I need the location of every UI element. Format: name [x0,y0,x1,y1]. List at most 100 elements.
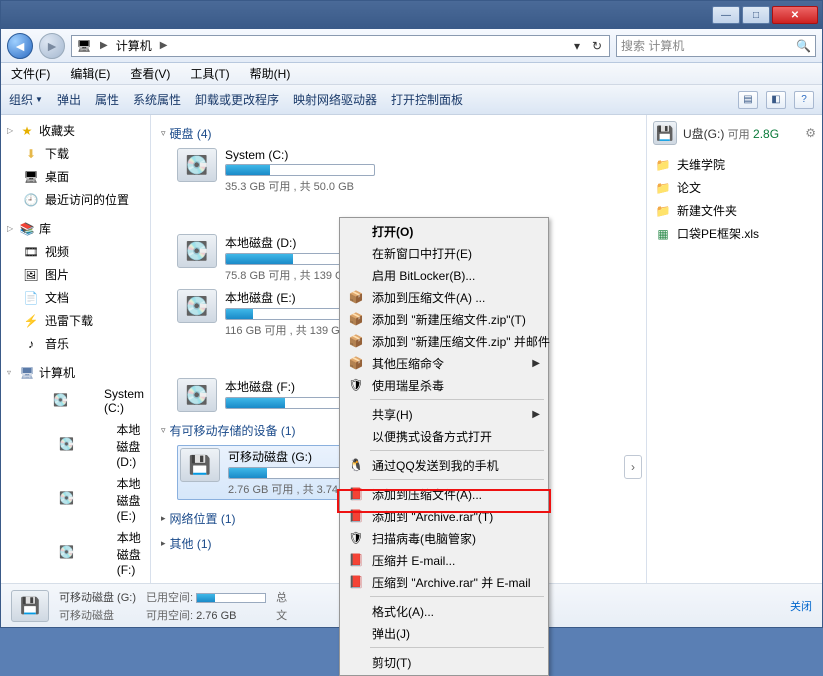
status-subtitle: 可移动磁盘 [59,607,136,623]
menu-bar: 文件(F) 编辑(E) 查看(V) 工具(T) 帮助(H) [1,63,822,85]
preview-header: 💾 U盘(G:) 可用 2.8G ⚙ [653,121,816,145]
refresh-icon[interactable]: ↻ [589,39,605,53]
drive-c[interactable]: 💽 System (C:) 35.3 GB 可用 , 共 50.0 GB [177,148,402,194]
usb-drive-icon: 💾 [180,448,220,482]
menu-help[interactable]: 帮助(H) [244,63,297,84]
cmd-system-properties[interactable]: 系统属性 [133,91,181,108]
context-menu-item[interactable]: 📕添加到压缩文件(A)... [342,483,546,505]
search-icon: 🔍 [796,39,811,53]
cmd-organize[interactable]: 组织▼ [9,91,43,108]
nav-recent[interactable]: 🕘最近访问的位置 [1,188,150,211]
nav-desktop[interactable]: 🖥桌面 [1,165,150,188]
close-button[interactable]: ✕ [772,6,818,24]
cmd-properties[interactable]: 属性 [95,91,119,108]
nav-drive-e[interactable]: 💽本地磁盘 (E:) [1,472,150,526]
folder-icon: 📁 [655,203,671,219]
preview-item[interactable]: 📁论文 [653,176,816,199]
context-menu-item[interactable]: 弹出(J) [342,622,546,644]
gear-icon[interactable]: ⚙ [805,126,816,140]
view-mode-icon[interactable]: ▤ [738,91,758,109]
context-menu-item[interactable]: 📕压缩到 "Archive.rar" 并 E-mail [342,571,546,593]
context-menu-item[interactable]: 🛡使用瑞星杀毒 [342,374,546,396]
preview-item[interactable]: 📁夫维学院 [653,153,816,176]
rar-icon: 📦 [348,355,364,371]
nav-music[interactable]: ♪音乐 [1,332,150,355]
xls-icon: ▦ [655,226,671,242]
context-menu-item[interactable]: 剪切(T) [342,651,546,673]
context-menu-item[interactable]: 以便携式设备方式打开 [342,425,546,447]
cmd-map-drive[interactable]: 映射网络驱动器 [293,91,377,108]
drive-icon: 💽 [23,393,98,409]
cmd-control-panel[interactable]: 打开控制面板 [391,91,463,108]
desktop-icon: 🖥 [23,169,39,185]
context-menu-item[interactable]: 📦其他压缩命令▶ [342,352,546,374]
submenu-arrow-icon: ▶ [532,358,540,369]
rar-icon: 📦 [348,311,364,327]
nav-documents[interactable]: 📄文档 [1,286,150,309]
nav-downloads[interactable]: ⬇下载 [1,142,150,165]
navigation-pane: ▷★收藏夹 ⬇下载 🖥桌面 🕘最近访问的位置 ▷📚库 🎞视频 🖼图片 📄文档 ⚡… [1,115,151,583]
minimize-button[interactable]: — [712,6,740,24]
nav-favorites-header[interactable]: ▷★收藏夹 [1,119,150,142]
capacity-text: 35.3 GB 可用 , 共 50.0 GB [225,178,375,194]
thunder-icon: ⚡ [23,313,39,329]
menu-file[interactable]: 文件(F) [5,63,56,84]
context-menu-item[interactable]: 🛡扫描病毒(电脑管家) [342,527,546,549]
context-menu-item[interactable]: 🐧通过QQ发送到我的手机 [342,454,546,476]
computer-icon: 🖥 [76,38,92,54]
context-menu-item[interactable]: 📦添加到 "新建压缩文件.zip" 并邮件 [342,330,546,352]
drive-icon: 💽 [177,148,217,182]
nav-computer-header[interactable]: ▿🖥计算机 [1,361,150,384]
nav-drive-d[interactable]: 💽本地磁盘 (D:) [1,418,150,472]
context-menu-item[interactable]: 📕添加到 "Archive.rar"(T) [342,505,546,527]
cmd-eject[interactable]: 弹出 [57,91,81,108]
help-icon[interactable]: ? [794,91,814,109]
drive-icon: 💽 [177,234,217,268]
nav-thunder[interactable]: ⚡迅雷下载 [1,309,150,332]
nav-libraries-header[interactable]: ▷📚库 [1,217,150,240]
preview-item[interactable]: ▦口袋PE框架.xls [653,222,816,245]
menu-view[interactable]: 查看(V) [124,63,176,84]
address-bar[interactable]: 🖥 ▶ 计算机 ▶ ▾ ↻ [71,35,610,57]
nav-pictures[interactable]: 🖼图片 [1,263,150,286]
cmd-right: ▤ ◧ ? [738,91,814,109]
context-menu-item[interactable]: 格式化(A)... [342,600,546,622]
usb-icon: 💾 [653,121,677,145]
scroll-right-icon[interactable]: › [624,455,642,479]
status-title: 可移动磁盘 (G:) [59,589,136,605]
maximize-button[interactable]: □ [742,6,770,24]
folder-icon: 📁 [655,157,671,173]
context-menu-item[interactable]: 📦添加到 "新建压缩文件.zip"(T) [342,308,546,330]
rar-icon: 📦 [348,333,364,349]
context-menu-item[interactable]: 📦添加到压缩文件(A) ... [342,286,546,308]
document-icon: 📄 [23,290,39,306]
drive-icon: 💽 [23,545,111,561]
rar2-icon: 📕 [348,552,364,568]
status-close[interactable]: 关闭 [790,598,812,614]
preview-item[interactable]: 📁新建文件夹 [653,199,816,222]
drive-icon: 💽 [23,491,111,507]
shield-icon: 🛡 [348,377,364,393]
context-menu-item[interactable]: 共享(H)▶ [342,403,546,425]
section-hdd[interactable]: ▿硬盘 (4) [161,121,636,146]
preview-pane-icon[interactable]: ◧ [766,91,786,109]
back-button[interactable]: ◄ [7,33,33,59]
cmd-uninstall[interactable]: 卸载或更改程序 [195,91,279,108]
search-input[interactable]: 搜索 计算机 🔍 [616,35,816,57]
breadcrumb-root[interactable]: 计算机 [116,37,152,54]
preview-pane: 💾 U盘(G:) 可用 2.8G ⚙ 📁夫维学院 📁论文 📁新建文件夹 ▦口袋P… [646,115,822,583]
nav-drive-c[interactable]: 💽System (C:) [1,384,150,418]
context-menu-item[interactable]: 启用 BitLocker(B)... [342,264,546,286]
context-menu-item[interactable]: 在新窗口中打开(E) [342,242,546,264]
rar-icon: 📦 [348,289,364,305]
address-dropdown-icon[interactable]: ▾ [569,39,585,53]
menu-edit[interactable]: 编辑(E) [64,63,116,84]
nav-drive-f[interactable]: 💽本地磁盘 (F:) [1,526,150,580]
search-placeholder: 搜索 计算机 [621,37,684,54]
forward-button[interactable]: ► [39,33,65,59]
context-menu-item[interactable]: 打开(O) [342,220,546,242]
drive-label: System (C:) [225,148,375,162]
context-menu-item[interactable]: 📕压缩并 E-mail... [342,549,546,571]
nav-videos[interactable]: 🎞视频 [1,240,150,263]
menu-tools[interactable]: 工具(T) [184,63,235,84]
